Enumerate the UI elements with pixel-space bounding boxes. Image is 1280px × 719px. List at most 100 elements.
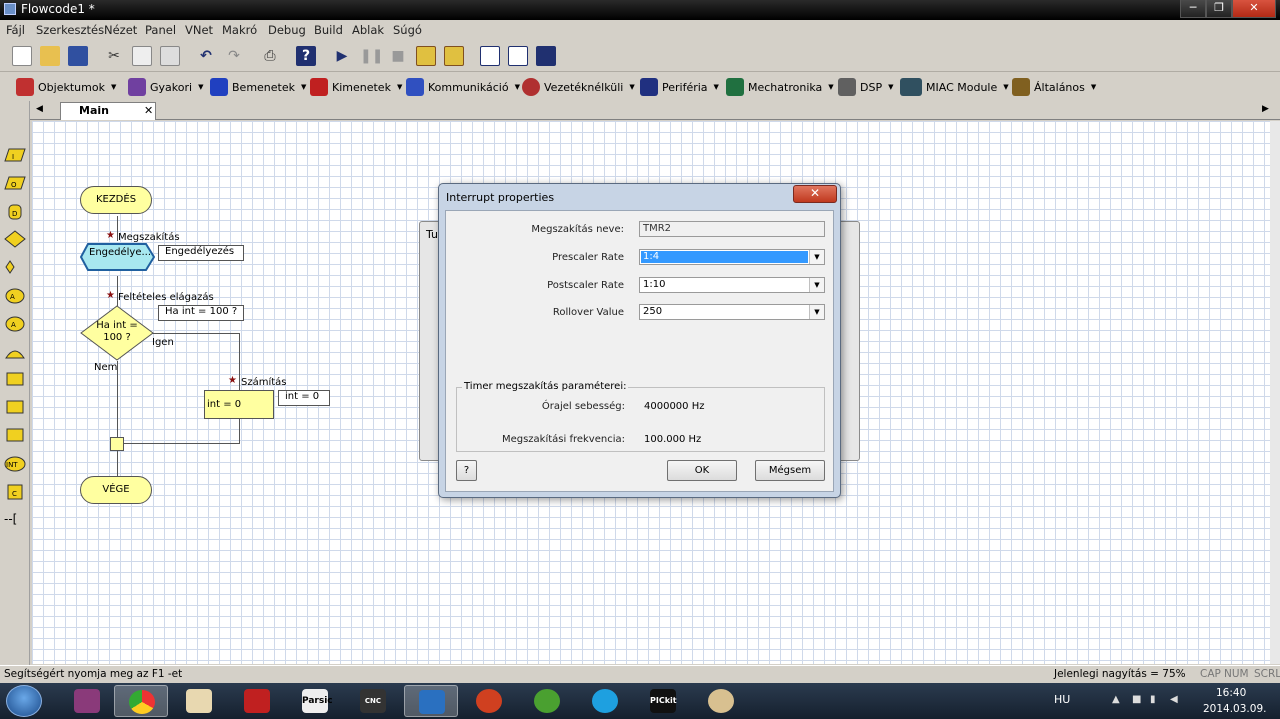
start-button[interactable] [6, 685, 42, 717]
chip-icon[interactable] [536, 46, 556, 66]
taskbar-app-pickit[interactable]: PICkit 2 [636, 685, 690, 717]
help-button[interactable]: ? [456, 460, 477, 481]
menu-window[interactable]: Ablak [352, 23, 384, 37]
tab-close-icon[interactable]: ✕ [144, 103, 153, 119]
close-window-button[interactable]: ✕ [1232, 0, 1276, 18]
outputs-menu[interactable]: Kimenetek ▼ [310, 76, 402, 98]
tab-main[interactable]: Main ✕ [60, 102, 156, 120]
dialog-close-button[interactable]: ✕ [793, 185, 837, 203]
tray-volume-icon[interactable]: ◀ [1170, 694, 1183, 707]
help-icon[interactable]: ? [296, 46, 316, 66]
connection-point[interactable] [110, 437, 124, 451]
menu-build[interactable]: Build [314, 23, 343, 37]
tray-network-icon[interactable]: ▮ [1150, 694, 1163, 707]
language-indicator[interactable]: HU [1054, 693, 1070, 706]
undo-icon[interactable]: ↶ [196, 46, 216, 66]
taskbar-app-paint[interactable] [694, 685, 748, 717]
connection-point-icon[interactable] [6, 400, 24, 414]
prescaler-value: 1:4 [641, 251, 808, 263]
switch-icon[interactable] [5, 260, 15, 274]
menu-help[interactable]: Súgó [393, 23, 422, 37]
mechatronics-menu[interactable]: Mechatronika ▼ [726, 76, 834, 98]
taskbar-app-flame[interactable] [230, 685, 284, 717]
cut-icon[interactable]: ✂ [104, 46, 124, 66]
flowcode-icon [419, 690, 445, 714]
taskbar-app-ccleaner[interactable] [462, 685, 516, 717]
maximize-button[interactable]: ❐ [1206, 0, 1232, 18]
new-file-icon[interactable] [12, 46, 32, 66]
common-label: Gyakori [150, 80, 193, 94]
taskbar-app-schematic[interactable] [172, 685, 226, 717]
menu-debug[interactable]: Debug [268, 23, 306, 37]
tray-app-icon[interactable]: ■ [1132, 694, 1145, 707]
chevron-down-icon: ▼ [110, 83, 117, 91]
objects-label: Objektumok [38, 80, 105, 94]
common-menu[interactable]: Gyakori ▼ [128, 76, 203, 98]
decision-icon[interactable] [4, 230, 26, 248]
vertical-scrollbar[interactable] [1270, 121, 1280, 664]
paste-icon[interactable] [160, 46, 180, 66]
component-macro-icon[interactable] [5, 288, 25, 304]
input-icon[interactable] [4, 148, 26, 162]
tab-scroll-left-icon[interactable]: ◀ [36, 104, 43, 114]
postscaler-select[interactable]: 1:10 ▼ [639, 277, 825, 293]
tray-expand-icon[interactable]: ▲ [1112, 694, 1125, 707]
end-node[interactable]: VÉGE [80, 476, 152, 504]
macro-icon[interactable] [5, 350, 25, 359]
dsp-menu[interactable]: DSP ▼ [838, 76, 893, 98]
prescaler-label: Prescaler Rate [552, 252, 624, 263]
tab-scroll-right-icon[interactable]: ▶ [1262, 104, 1269, 114]
run-icon[interactable]: ▶ [332, 46, 352, 66]
clock-date[interactable]: 2014.03.09. [1203, 703, 1266, 715]
taskbar-app-utorrent[interactable] [520, 685, 574, 717]
decision-node-label: Ha int = 100 ? [96, 320, 138, 343]
peripheral-menu[interactable]: Periféria ▼ [640, 76, 719, 98]
inputs-menu[interactable]: Bemenetek ▼ [210, 76, 306, 98]
title-bar: Flowcode1 * ─ ❐ ✕ [0, 0, 1280, 20]
comment-icon[interactable]: --[ [4, 512, 17, 526]
calculation-node[interactable]: int = 0 [204, 390, 274, 419]
taskbar-app-parsic[interactable]: Parsic [288, 685, 342, 717]
chevron-down-icon[interactable]: ▼ [809, 278, 824, 292]
goto-icon[interactable] [6, 428, 24, 442]
menu-vnet[interactable]: VNet [185, 23, 213, 37]
stop-icon[interactable]: ■ [388, 46, 408, 66]
ok-button[interactable]: OK [667, 460, 737, 481]
redo-icon[interactable]: ↷ [224, 46, 244, 66]
open-folder-icon[interactable] [40, 46, 60, 66]
taskbar-app-skype[interactable] [578, 685, 632, 717]
save-icon[interactable] [68, 46, 88, 66]
clock-time[interactable]: 16:40 [1216, 687, 1246, 699]
step-over-icon[interactable] [444, 46, 464, 66]
scroll-lock-indicator: SCRL [1254, 668, 1280, 680]
copy-icon[interactable] [132, 46, 152, 66]
taskbar-app-winrar[interactable] [60, 685, 114, 717]
menu-file[interactable]: Fájl [6, 23, 25, 37]
taskbar-app-cncusb[interactable]: CNC USB [346, 685, 400, 717]
prescaler-select[interactable]: 1:4 ▼ [639, 249, 825, 265]
taskbar-app-chrome[interactable] [114, 685, 168, 717]
chevron-down-icon[interactable]: ▼ [809, 305, 824, 319]
objects-menu[interactable]: Objektumok ▼ [16, 76, 116, 98]
pause-icon[interactable]: ❚❚ [360, 46, 383, 66]
rollover-select[interactable]: 250 ▼ [639, 304, 825, 320]
step-into-icon[interactable] [416, 46, 436, 66]
menu-macro[interactable]: Makró [222, 23, 257, 37]
menu-panel[interactable]: Panel [145, 23, 176, 37]
cancel-button[interactable]: Mégsem [755, 460, 825, 481]
wireless-menu[interactable]: Vezetéknélküli ▼ [522, 76, 635, 98]
minimize-button[interactable]: ─ [1180, 0, 1206, 18]
compile-icon[interactable] [480, 46, 500, 66]
menu-view[interactable]: Nézet [104, 23, 137, 37]
chevron-down-icon[interactable]: ▼ [809, 250, 824, 264]
miac-module-menu[interactable]: MIAC Module ▼ [900, 76, 1009, 98]
ccleaner-icon [476, 689, 502, 713]
print-icon[interactable]: ⎙ [260, 46, 280, 66]
calculation-icon[interactable] [6, 372, 24, 386]
taskbar-app-flowcode[interactable] [404, 685, 458, 717]
communication-menu[interactable]: Kommunikáció ▼ [406, 76, 520, 98]
general-menu[interactable]: Általános ▼ [1012, 76, 1096, 98]
menu-edit[interactable]: Szerkesztés [36, 23, 104, 37]
start-node[interactable]: KEZDÉS [80, 186, 152, 214]
compile-hex-icon[interactable] [508, 46, 528, 66]
